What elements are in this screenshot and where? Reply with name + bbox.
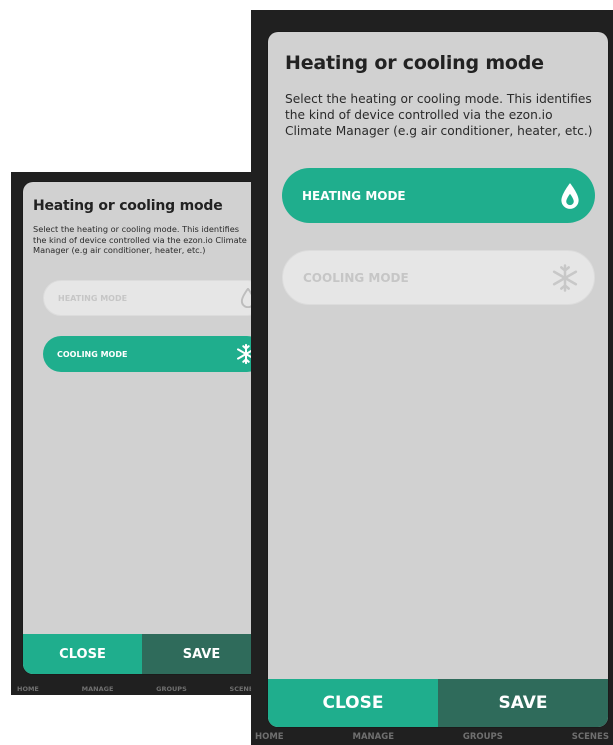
cooling-mode-option[interactable]: COOLING MODE [282,250,595,305]
bottom-tab-bar: HOME MANAGE GROUPS SCENES [251,716,613,745]
dialog-footer: CLOSE SAVE [23,634,261,674]
tab-groups[interactable]: GROUPS [156,685,187,693]
tab-home[interactable]: HOME [17,685,39,693]
phone-screen-cooling: Heating or cooling mode Select the heati… [11,172,264,695]
tab-home[interactable]: HOME [255,732,284,742]
save-button[interactable]: SAVE [142,634,261,674]
heating-mode-label: HEATING MODE [302,188,406,203]
tab-groups[interactable]: GROUPS [463,732,503,742]
cooling-mode-label: COOLING MODE [303,270,409,285]
close-button[interactable]: CLOSE [23,634,142,674]
dialog-description: Select the heating or cooling mode. This… [33,224,247,256]
mode-dialog: Heating or cooling mode Select the heati… [268,32,608,727]
dialog-title: Heating or cooling mode [33,198,223,214]
phone-screen-heating: Heating or cooling mode Select the heati… [251,10,613,745]
bottom-tab-bar: HOME MANAGE GROUPS SCENES [11,677,264,695]
tab-manage[interactable]: MANAGE [352,732,394,742]
drop-icon [559,182,581,210]
heating-mode-option[interactable]: HEATING MODE [282,168,595,223]
mode-dialog: Heating or cooling mode Select the heati… [23,182,261,674]
dialog-description: Select the heating or cooling mode. This… [285,92,593,138]
dialog-title: Heating or cooling mode [285,52,544,74]
heating-mode-label: HEATING MODE [58,293,128,303]
cooling-mode-option[interactable]: COOLING MODE [43,336,261,372]
tab-scenes[interactable]: SCENES [572,732,609,742]
snowflake-icon [550,263,580,293]
cooling-mode-label: COOLING MODE [57,349,128,359]
tab-manage[interactable]: MANAGE [82,685,114,693]
heating-mode-option[interactable]: HEATING MODE [43,280,261,316]
